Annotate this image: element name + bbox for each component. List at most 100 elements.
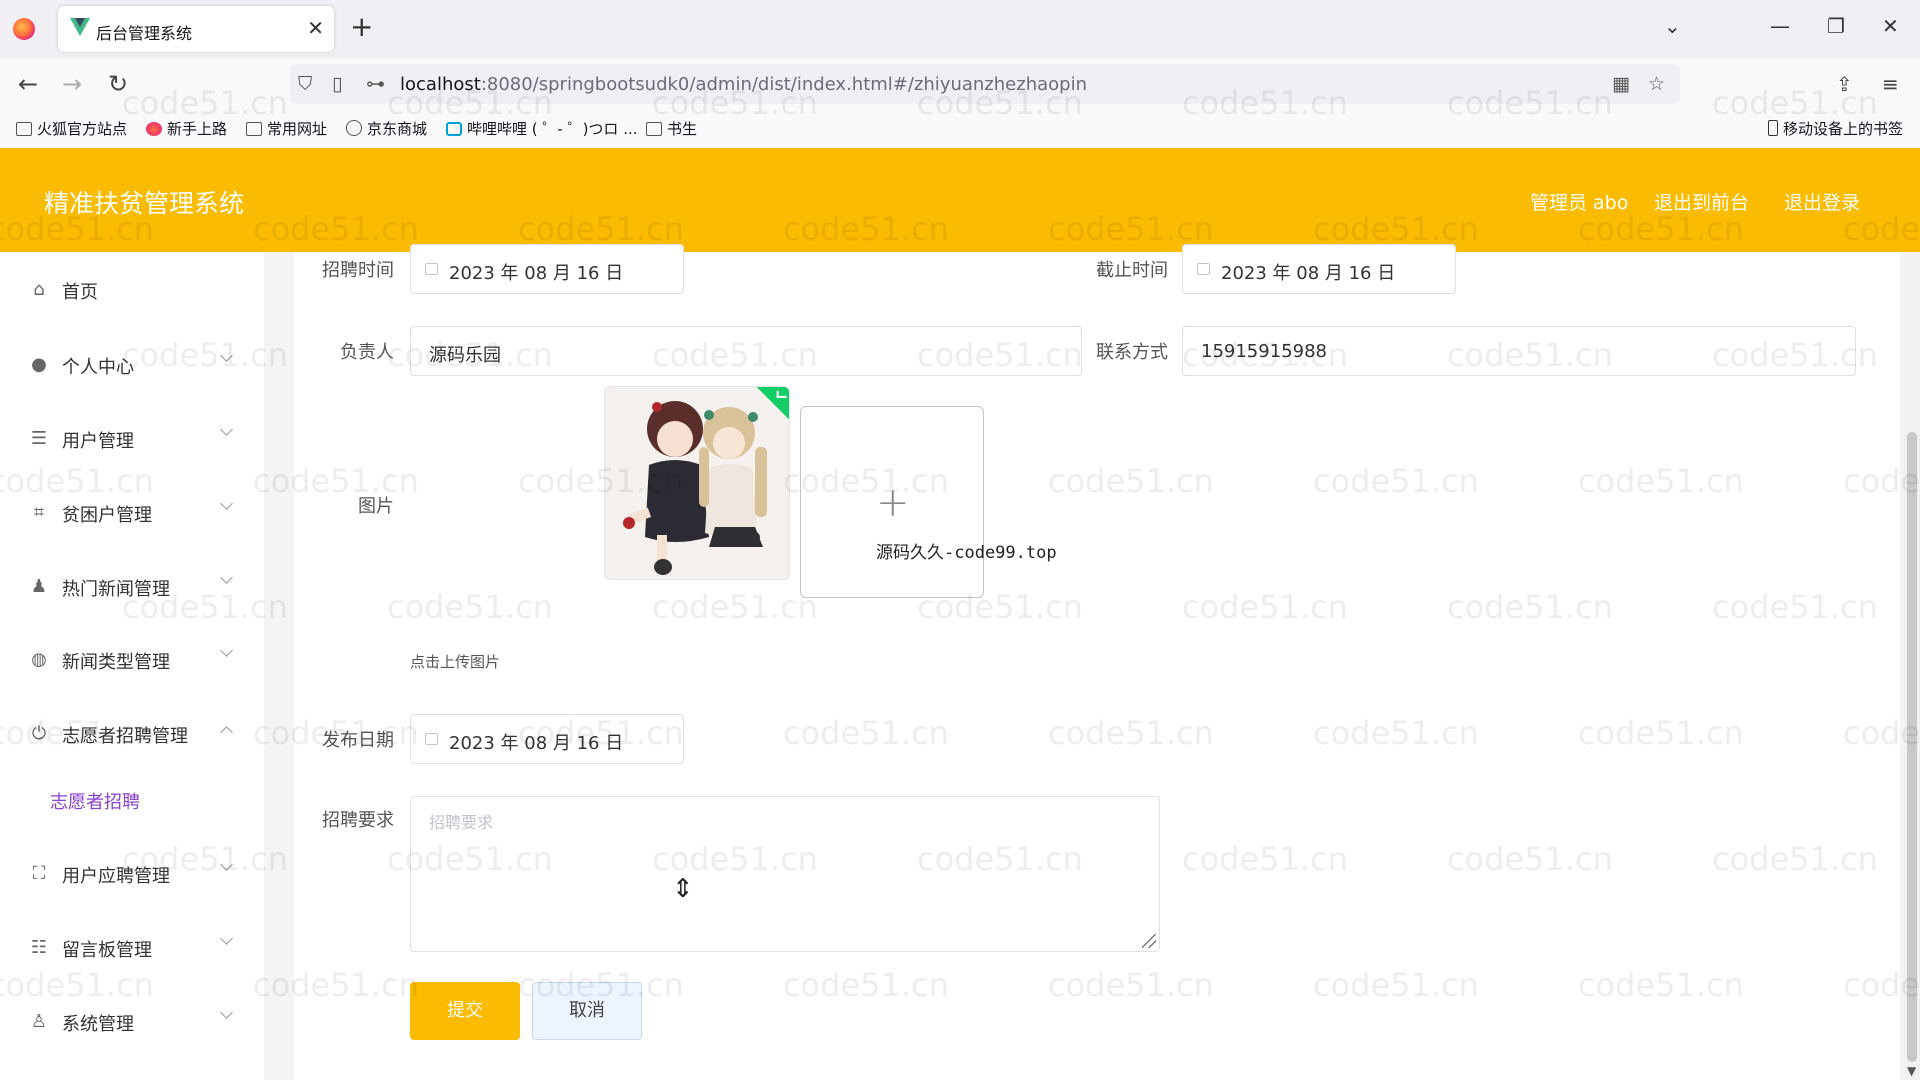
window-close-icon[interactable]: ✕ (1882, 14, 1899, 38)
sidebar-item-home[interactable]: ⌂ 首页 (0, 260, 264, 320)
chevron-down-icon (220, 349, 233, 362)
browser-nav-bar: ← → ↻ ⛉ ▯ ⊶ localhost:8080/springbootsud… (0, 58, 1920, 110)
sidebar-item-label: 新闻类型管理 (62, 652, 170, 673)
deadline-picker[interactable]: 2023 年 08 月 16 日 (1182, 244, 1456, 294)
exit-front-link[interactable]: 退出到前台 (1654, 188, 1749, 215)
minimize-icon[interactable]: — (1770, 14, 1790, 38)
calendar-icon (425, 733, 438, 745)
qr-code-icon[interactable]: ▦ (1612, 73, 1630, 95)
bookmark-item[interactable]: 火狐官方站点 (16, 118, 127, 139)
bookmark-item[interactable]: 京东商城 (346, 118, 427, 139)
logout-link[interactable]: 退出登录 (1784, 188, 1860, 215)
sidebar: ⌂ 首页 ● 个人中心 ☰ 用户管理 ⌗ 贫困户管理 ♟ 热门新闻管理 ◍ 新闻… (0, 252, 264, 1080)
chevron-up-icon (220, 726, 233, 739)
chevron-down-icon (220, 423, 233, 436)
menu-icon[interactable]: ≡ (1882, 70, 1899, 98)
url-bar[interactable]: ⛉ ▯ ⊶ localhost:8080/springbootsudk0/adm… (290, 64, 1680, 104)
anime-illustration-image (605, 387, 789, 579)
contact-value: 15915915988 (1201, 341, 1327, 362)
owner-input[interactable]: 源码乐园 (410, 326, 1082, 376)
chevron-down-icon (220, 497, 233, 510)
image-upload-box[interactable]: + (800, 406, 984, 598)
calendar-icon (425, 263, 438, 275)
chevron-down-icon (220, 1006, 233, 1019)
sidebar-item-volunteer-recruit[interactable]: ⏻ 志愿者招聘管理 (0, 704, 264, 764)
bookmark-item[interactable]: 新手上路 (146, 118, 227, 139)
page-scrollbar[interactable]: ▼ (1904, 252, 1920, 1080)
person-icon: ♟ (30, 576, 48, 597)
sidebar-item-label: 用户管理 (62, 431, 134, 452)
globe-icon: ◍ (31, 649, 47, 670)
app-title: 精准扶贫管理系统 (44, 189, 245, 218)
sidebar-item-label: 热门新闻管理 (62, 579, 170, 600)
admin-icon: ♙ (30, 1011, 48, 1032)
bookmark-star-icon[interactable]: ☆ (1648, 73, 1665, 95)
sidebar-item-news-type[interactable]: ◍ 新闻类型管理 (0, 630, 264, 690)
folder-icon (646, 122, 662, 136)
cancel-button[interactable]: 取消 (532, 982, 642, 1040)
chevron-down-icon (220, 571, 233, 584)
recruit-time-value: 2023 年 08 月 16 日 (449, 263, 624, 284)
sidebar-item-hot-news[interactable]: ♟ 热门新闻管理 (0, 557, 264, 617)
chevron-down-icon (220, 858, 233, 871)
sidebar-subitem-volunteer[interactable]: 志愿者招聘 (50, 788, 140, 814)
mobile-bookmarks[interactable]: 移动设备上的书签 (1768, 118, 1903, 139)
bookmark-item[interactable]: 书生 (646, 118, 697, 139)
sidebar-item-system[interactable]: ♙ 系统管理 (0, 992, 264, 1052)
url-text[interactable]: localhost:8080/springbootsudk0/admin/dis… (400, 74, 1087, 95)
app-header: 精准扶贫管理系统 管理员 abo 退出到前台 退出登录 (0, 148, 1920, 252)
requirement-textarea[interactable]: 招聘要求 (410, 796, 1160, 952)
folder-icon (16, 122, 32, 136)
image-label: 图片 (358, 496, 394, 517)
requirement-label: 招聘要求 (322, 810, 394, 831)
tab-close-icon[interactable]: ✕ (307, 16, 324, 40)
recruit-time-picker[interactable]: 2023 年 08 月 16 日 (410, 244, 684, 294)
sidebar-item-user-management[interactable]: ☰ 用户管理 (0, 409, 264, 469)
calendar-icon (1197, 263, 1210, 275)
scroll-down-arrow-icon[interactable]: ▼ (1907, 1064, 1916, 1078)
tabs-list-icon[interactable]: ⌄ (1664, 14, 1681, 38)
fullscreen-icon: ⛶ (32, 863, 46, 884)
sidebar-item-poor-household[interactable]: ⌗ 贫困户管理 (0, 483, 264, 543)
page-icon[interactable]: ▯ (332, 73, 342, 95)
extensions-icon[interactable]: ⇪ (1836, 70, 1853, 98)
back-icon[interactable]: ← (18, 70, 38, 98)
crop-icon: ⌗ (33, 502, 45, 523)
bookmark-item[interactable]: 常用网址 (246, 118, 327, 139)
upload-tip: 点击上传图片 (410, 653, 501, 671)
folder-icon (246, 122, 262, 136)
sidebar-item-personal-center[interactable]: ● 个人中心 (0, 335, 264, 395)
forward-icon[interactable]: → (62, 70, 82, 98)
home-icon: ⌂ (33, 279, 45, 300)
phone-icon (1768, 120, 1778, 136)
chevron-down-icon (220, 932, 233, 945)
text-cursor-icon: ⇕ (672, 874, 694, 904)
firefox-logo-icon[interactable] (13, 18, 35, 40)
globe-icon (346, 120, 362, 136)
key-icon[interactable]: ⊶ (366, 73, 385, 95)
reload-icon[interactable]: ↻ (108, 70, 128, 98)
bilibili-icon (446, 122, 462, 136)
tab-title: 后台管理系统 (96, 24, 193, 43)
list-icon: ☰ (30, 428, 48, 449)
sidebar-item-label: 志愿者招聘管理 (62, 726, 188, 747)
sidebar-item-user-application[interactable]: ⛶ 用户应聘管理 (0, 844, 264, 904)
bookmark-item[interactable]: 哔哩哔哩 ( ゜- ゜)つロ ... (446, 118, 638, 139)
sliders-icon: ☷ (30, 937, 48, 958)
new-tab-icon[interactable]: + (350, 12, 373, 42)
shield-icon[interactable]: ⛉ (298, 73, 312, 95)
uploaded-image-thumbnail[interactable] (604, 386, 790, 580)
sidebar-item-label: 系统管理 (62, 1014, 134, 1035)
publish-date-picker[interactable]: 2023 年 08 月 16 日 (410, 714, 684, 764)
publish-date-label: 发布日期 (322, 730, 394, 751)
submit-button[interactable]: 提交 (410, 982, 520, 1040)
resize-handle-icon[interactable] (1142, 934, 1156, 948)
sidebar-item-label: 贫困户管理 (62, 505, 152, 526)
sidebar-item-message-board[interactable]: ☷ 留言板管理 (0, 918, 264, 978)
browser-tab[interactable]: 后台管理系统 ✕ (58, 6, 334, 52)
scrollbar-thumb[interactable] (1907, 432, 1917, 1062)
contact-input[interactable]: 15915915988 (1182, 326, 1856, 376)
upload-overlay-text: 源码久久-code99.top (876, 543, 1057, 563)
sidebar-item-label: 留言板管理 (62, 940, 152, 961)
restore-icon[interactable]: ❐ (1827, 14, 1845, 38)
